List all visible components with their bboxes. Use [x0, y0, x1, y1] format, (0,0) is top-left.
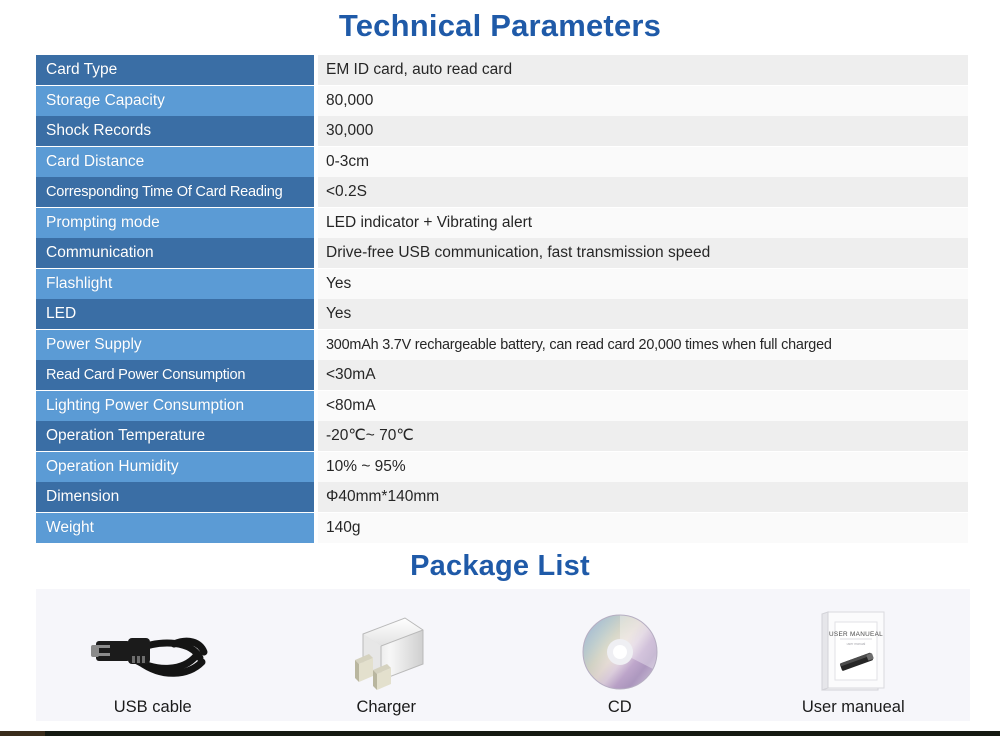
spec-label: Dimension	[36, 482, 314, 512]
spec-value: Drive-free USB communication, fast trans…	[318, 238, 968, 268]
spec-label: Card Type	[36, 55, 314, 85]
spec-label: Card Distance	[36, 146, 314, 177]
spec-label: Flashlight	[36, 268, 314, 299]
user-manual-icon: USER MANUEAL user manual	[737, 609, 971, 695]
usb-cable-icon	[36, 609, 270, 695]
spec-label: Power Supply	[36, 329, 314, 360]
spec-value: 300mAh 3.7V rechargeable battery, can re…	[318, 329, 968, 360]
spec-label: Storage Capacity	[36, 85, 314, 116]
technical-parameters-table: Card Type EM ID card, auto read card Stora…	[36, 55, 968, 543]
spec-row: Shock Records 30,000	[36, 116, 968, 146]
spec-row: Weight 140g	[36, 512, 968, 543]
spec-row: Card Distance 0-3cm	[36, 146, 968, 177]
technical-parameters-title: Technical Parameters	[338, 8, 662, 43]
spec-value: Yes	[318, 299, 968, 329]
charger-icon	[270, 609, 504, 695]
manual-cover-title: USER MANUEAL	[829, 631, 883, 638]
spec-value: Yes	[318, 268, 968, 299]
spec-value: <80mA	[318, 390, 968, 421]
spec-value: 80,000	[318, 85, 968, 116]
spec-label: Weight	[36, 512, 314, 543]
spec-label: Shock Records	[36, 116, 314, 146]
spec-label: Prompting mode	[36, 207, 314, 238]
package-item-caption: User manueal	[801, 697, 905, 716]
spec-label: Corresponding Time Of Card Reading	[36, 177, 314, 207]
spec-value: 140g	[318, 512, 968, 543]
spec-value: LED indicator + Vibrating alert	[318, 207, 968, 238]
package-list-title: Package List	[410, 549, 590, 582]
spec-row: Corresponding Time Of Card Reading <0.2S	[36, 177, 968, 207]
spec-value: -20℃~ 70℃	[318, 421, 968, 451]
spec-value: 0-3cm	[318, 146, 968, 177]
bottom-border-accent	[0, 731, 45, 736]
package-item: USB cable	[36, 589, 270, 721]
spec-row: Card Type EM ID card, auto read card	[36, 55, 968, 85]
spec-row: LED Yes	[36, 299, 968, 329]
spec-row: Prompting mode LED indicator + Vibrating …	[36, 207, 968, 238]
spec-value: <30mA	[318, 360, 968, 390]
spec-label: Communication	[36, 238, 314, 268]
spec-value: EM ID card, auto read card	[318, 55, 968, 85]
package-item-caption: CD	[607, 697, 632, 716]
spec-value: <0.2S	[318, 177, 968, 207]
spec-label: Operation Temperature	[36, 421, 314, 451]
spec-row: Dimension Φ40mm*140mm	[36, 482, 968, 512]
spec-row: Communication Drive-free USB communicatio…	[36, 238, 968, 268]
spec-row: Read Card Power Consumption <30mA	[36, 360, 968, 390]
package-item: Charger	[270, 589, 504, 721]
spec-row: Flashlight Yes	[36, 268, 968, 299]
spec-row: Lighting Power Consumption <80mA	[36, 390, 968, 421]
spec-label: Read Card Power Consumption	[36, 360, 314, 390]
cd-disc-icon	[503, 609, 737, 695]
spec-row: Operation Humidity 10% ~ 95%	[36, 451, 968, 482]
package-item: USER MANUEAL user manual User manueal	[737, 589, 971, 721]
spec-value: Φ40mm*140mm	[318, 482, 968, 512]
package-item-caption: Charger	[356, 697, 417, 716]
spec-label: Operation Humidity	[36, 451, 314, 482]
spec-label: LED	[36, 299, 314, 329]
bottom-border-strip	[0, 731, 1000, 736]
spec-label: Lighting Power Consumption	[36, 390, 314, 421]
spec-value: 30,000	[318, 116, 968, 146]
package-item-caption: USB cable	[113, 697, 192, 716]
package-item: CD	[503, 589, 737, 721]
manual-cover-subtitle: user manual	[847, 642, 866, 646]
package-list-panel: USB cable Charger CD USER MANUEAL user manua…	[36, 588, 971, 721]
spec-row: Operation Temperature -20℃~ 70℃	[36, 421, 968, 451]
spec-value: 10% ~ 95%	[318, 451, 968, 482]
spec-row: Power Supply 300mAh 3.7V rechargeable bat…	[36, 329, 968, 360]
spec-row: Storage Capacity 80,000	[36, 85, 968, 116]
